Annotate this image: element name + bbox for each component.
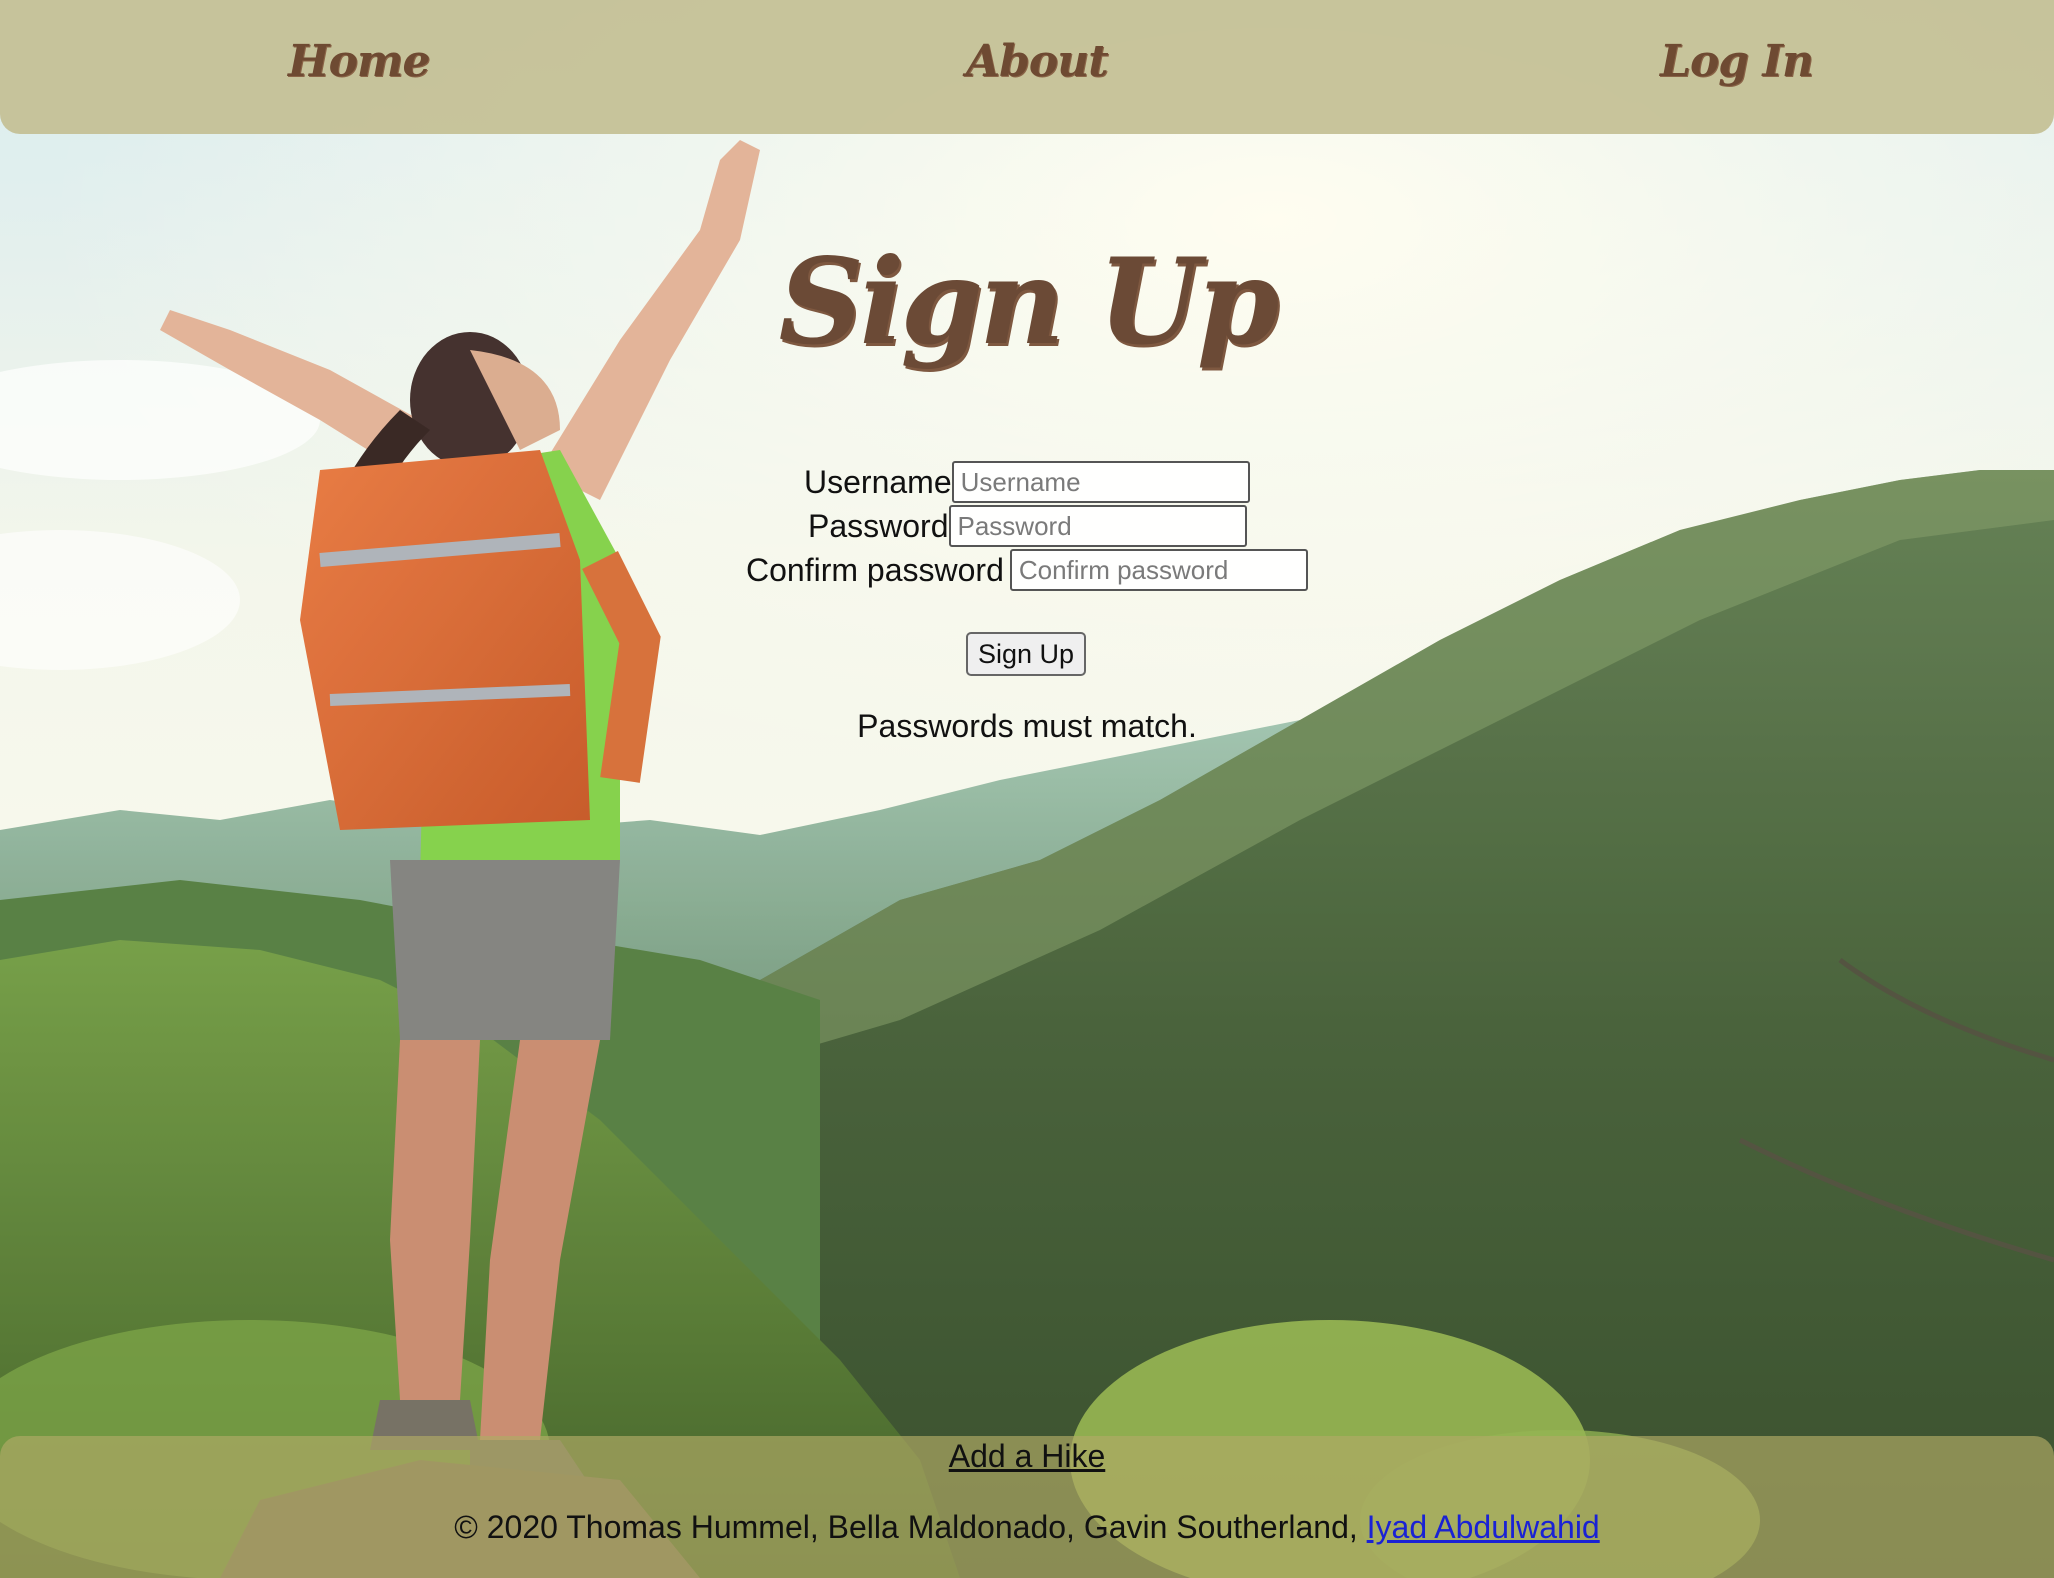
page-title: Sign Up xyxy=(778,232,1280,371)
sign-up-button[interactable]: Sign Up xyxy=(966,632,1086,676)
username-row: Username xyxy=(804,460,1250,504)
add-hike-container: Add a Hike xyxy=(0,1438,2054,1475)
nav-home-link[interactable]: Home xyxy=(288,36,430,87)
nav-about-link[interactable]: About xyxy=(966,36,1109,87)
copyright-text: © 2020 Thomas Hummel, Bella Maldonado, G… xyxy=(454,1509,1367,1545)
confirm-password-row: Confirm password xyxy=(746,548,1308,592)
password-input[interactable] xyxy=(948,505,1247,547)
copyright-line: © 2020 Thomas Hummel, Bella Maldonado, G… xyxy=(0,1509,2054,1546)
password-label: Password xyxy=(808,507,949,544)
username-label: Username xyxy=(804,463,952,500)
top-navigation-bar: Home About Log In xyxy=(0,0,2054,134)
nav-login-link[interactable]: Log In xyxy=(1660,36,1814,87)
author-link[interactable]: Iyad Abdulwahid xyxy=(1367,1509,1600,1545)
add-hike-link[interactable]: Add a Hike xyxy=(949,1438,1106,1474)
username-input[interactable] xyxy=(951,461,1250,503)
confirm-password-label: Confirm password xyxy=(746,551,1004,588)
password-match-message: Passwords must match. xyxy=(857,708,1197,744)
confirm-password-input[interactable] xyxy=(1009,549,1308,591)
password-row: Password xyxy=(808,504,1247,548)
